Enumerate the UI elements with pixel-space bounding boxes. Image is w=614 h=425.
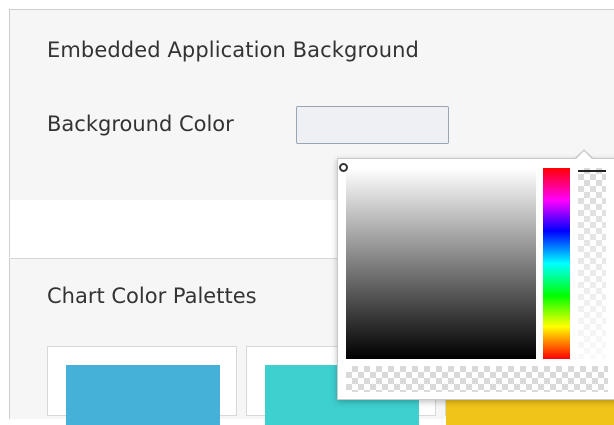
alpha-slider[interactable] xyxy=(578,168,606,359)
saturation-brightness-panel[interactable] xyxy=(346,168,536,359)
color-selector-cursor-icon[interactable] xyxy=(339,163,348,172)
palette-swatch-1 xyxy=(66,365,220,425)
palette-card-1[interactable] xyxy=(47,346,237,425)
embedded-background-title: Embedded Application Background xyxy=(47,38,419,62)
color-preview-strip xyxy=(346,366,608,392)
popover-caret-inner xyxy=(575,151,593,160)
chart-palettes-title: Chart Color Palettes xyxy=(47,284,257,308)
background-color-swatch-input[interactable] xyxy=(296,106,449,144)
alpha-slider-fade xyxy=(578,168,606,359)
alpha-slider-handle[interactable] xyxy=(578,170,606,172)
page-top-edge xyxy=(0,0,614,9)
hue-slider[interactable] xyxy=(543,168,570,359)
background-color-label: Background Color xyxy=(47,112,234,136)
